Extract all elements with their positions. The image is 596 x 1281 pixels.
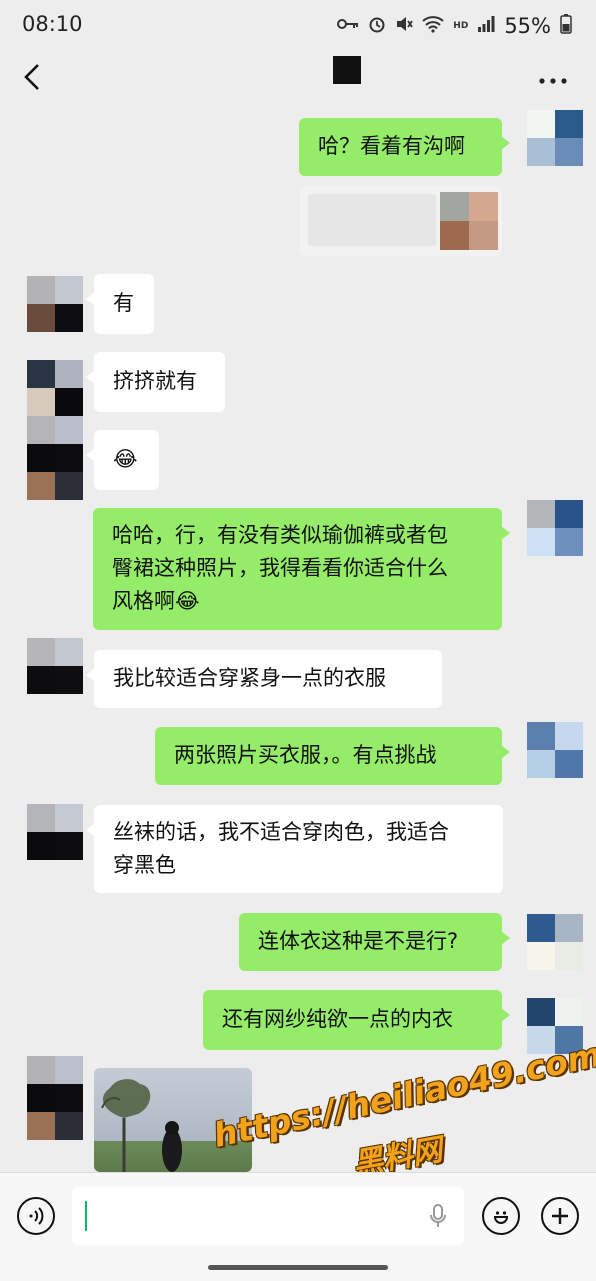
avatar[interactable] xyxy=(527,500,583,556)
link-card-bubble[interactable] xyxy=(300,186,502,256)
avatar[interactable] xyxy=(27,804,83,860)
link-card-title-blurred xyxy=(308,194,436,246)
avatar[interactable] xyxy=(527,110,583,166)
signal-icon xyxy=(477,15,495,37)
message-line: 风格啊😂 xyxy=(112,589,200,613)
message-text: 😂 xyxy=(113,447,138,471)
chat-bubble-them[interactable]: 丝袜的话，我不适合穿肉色，我适合 穿黑色 xyxy=(86,805,503,893)
message-line: 穿黑色 xyxy=(113,853,176,877)
avatar[interactable] xyxy=(27,360,83,416)
avatar[interactable] xyxy=(527,722,583,778)
chat-bubble-them[interactable]: 😂 xyxy=(86,430,159,490)
chat-title-redacted xyxy=(333,56,361,84)
avatar[interactable] xyxy=(27,1056,83,1140)
emoji-button[interactable] xyxy=(482,1197,520,1235)
message-input[interactable] xyxy=(72,1187,464,1245)
chat-bubble-me[interactable]: 还有网纱纯欲一点的内衣 xyxy=(203,990,510,1050)
status-bar: 08:10 HD 55% xyxy=(0,0,596,52)
chat-bubble-them[interactable]: 挤挤就有 xyxy=(86,352,225,412)
message-text: 还有网纱纯欲一点的内衣 xyxy=(222,1007,453,1031)
alarm-icon xyxy=(368,15,386,37)
status-icons: HD 55% xyxy=(337,14,572,38)
voice-icon xyxy=(29,1207,44,1225)
more-icon xyxy=(539,78,567,84)
plus-icon xyxy=(552,1208,568,1224)
chat-bubble-me[interactable]: 哈？看着有沟啊 xyxy=(299,118,510,176)
message-text: 有 xyxy=(113,291,134,315)
voice-button[interactable] xyxy=(17,1197,55,1235)
key-icon xyxy=(337,17,359,35)
message-text: 两张照片买衣服，。有点挑战 xyxy=(174,743,437,767)
message-text: 哈？看着有沟啊 xyxy=(318,134,465,158)
avatar[interactable] xyxy=(527,914,583,970)
chat-bubble-me[interactable]: 两张照片买衣服，。有点挑战 xyxy=(155,727,510,785)
plus-button[interactable] xyxy=(541,1197,579,1235)
avatar[interactable] xyxy=(27,276,83,332)
message-line: 哈哈，行，有没有类似瑜伽裤或者包 xyxy=(112,523,448,547)
message-line: 丝袜的话，我不适合穿肉色，我适合 xyxy=(113,820,449,844)
battery-percent: 55% xyxy=(504,14,551,38)
avatar[interactable] xyxy=(27,416,83,500)
link-card-thumbnail xyxy=(440,192,498,250)
mic-icon[interactable] xyxy=(428,1203,448,1233)
nav-bar xyxy=(0,52,596,108)
chat-bubble-me[interactable]: 连体衣这种是不是行? xyxy=(239,913,510,971)
message-line: 臀裙这种照片，我得看看你适合什么 xyxy=(112,556,448,580)
emoji-icon xyxy=(493,1211,509,1224)
message-text: 我比较适合穿紧身一点的衣服 xyxy=(113,666,386,690)
chat-bubble-them[interactable]: 我比较适合穿紧身一点的衣服 xyxy=(86,650,442,708)
battery-icon xyxy=(560,14,572,38)
chat-bubble-me[interactable]: 哈哈，行，有没有类似瑜伽裤或者包 臀裙这种照片，我得看看你适合什么 风格啊😂 xyxy=(93,508,510,630)
network-type: HD xyxy=(453,21,469,31)
chat-bubble-them[interactable]: 有 xyxy=(86,274,154,334)
mute-icon xyxy=(395,15,414,37)
avatar[interactable] xyxy=(27,638,83,694)
back-icon xyxy=(24,64,39,90)
text-caret xyxy=(85,1201,87,1231)
wifi-icon xyxy=(422,15,444,37)
home-indicator[interactable] xyxy=(208,1265,388,1270)
back-button[interactable] xyxy=(22,62,50,98)
message-text: 挤挤就有 xyxy=(113,369,197,393)
more-button[interactable] xyxy=(538,62,568,92)
message-text: 连体衣这种是不是行? xyxy=(258,929,459,953)
status-time: 08:10 xyxy=(22,12,83,36)
